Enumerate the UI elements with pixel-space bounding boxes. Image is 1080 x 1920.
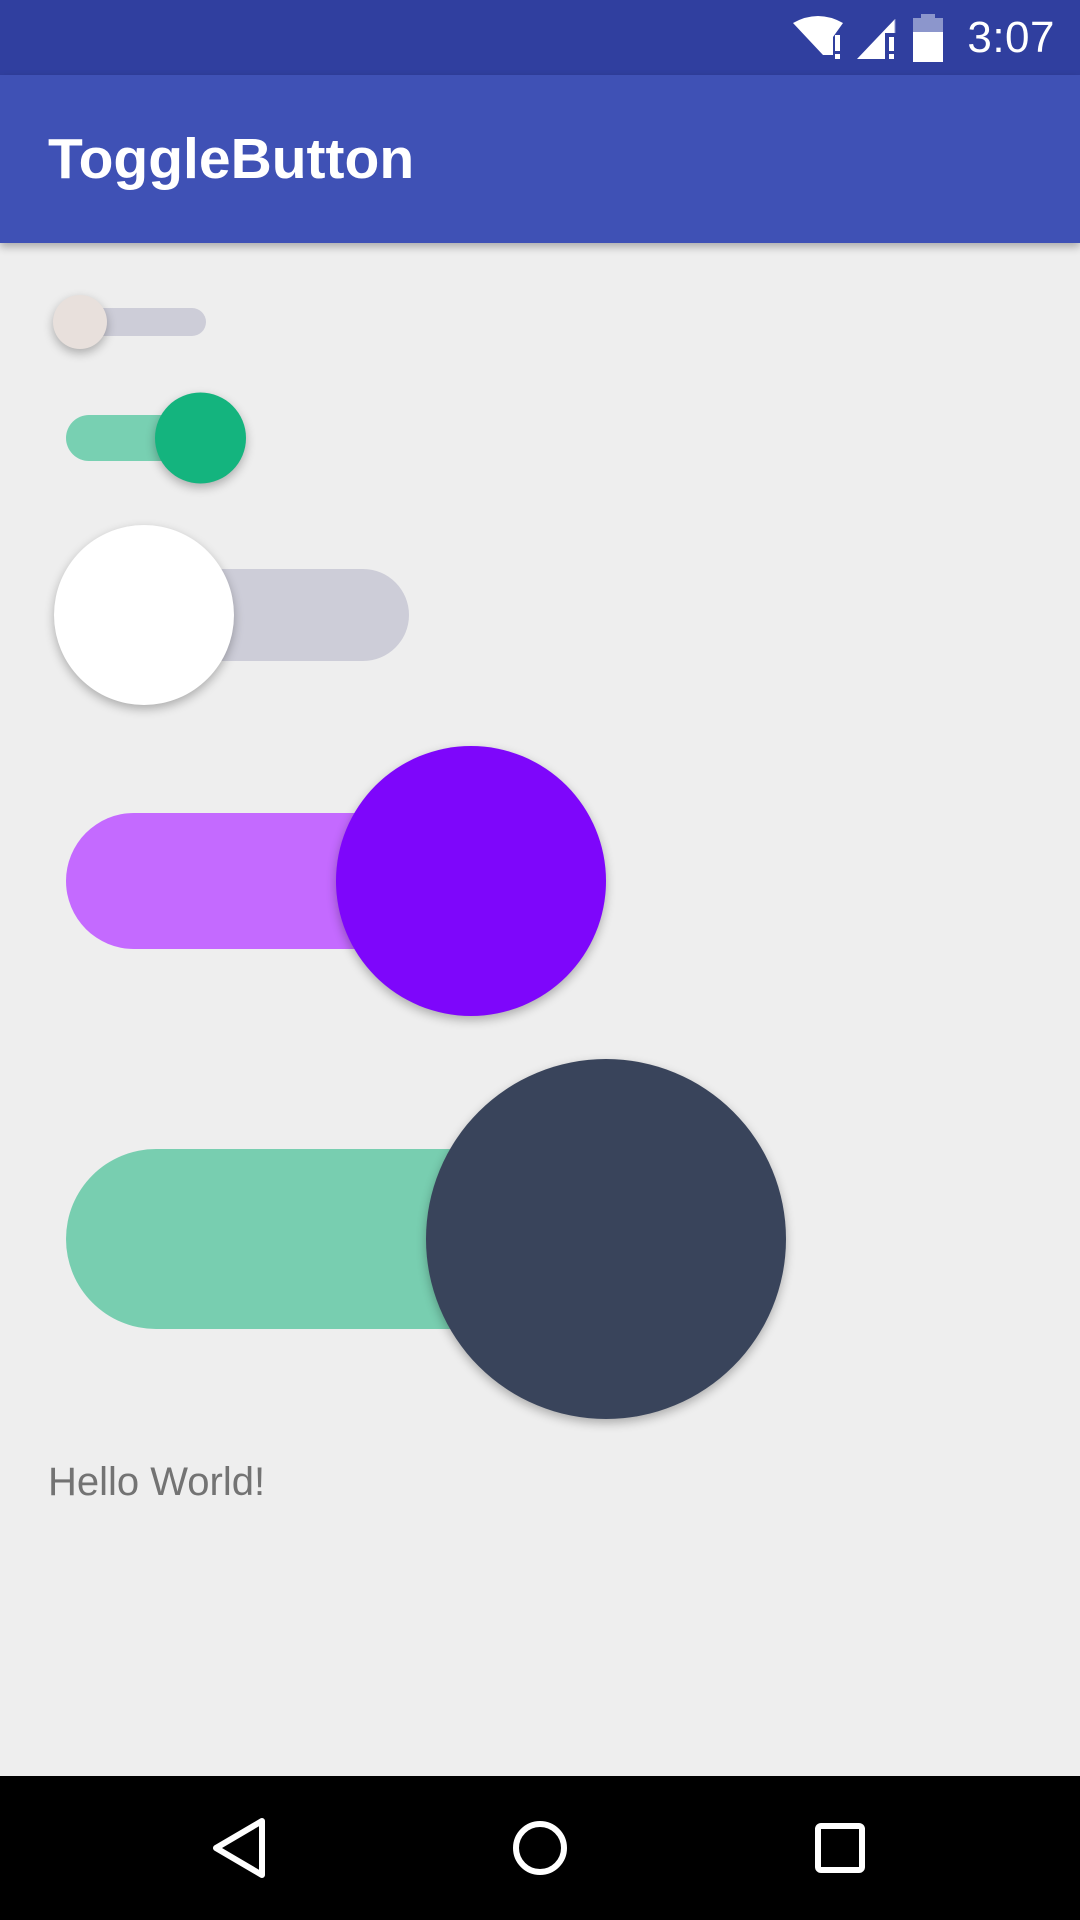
status-bar: 3:07 [0, 0, 1080, 75]
recents-icon [815, 1823, 865, 1873]
toggle-1-thumb [53, 295, 107, 349]
hello-text: Hello World! [48, 1460, 266, 1504]
toggle-3-thumb [54, 525, 234, 705]
toggle-3[interactable] [53, 524, 409, 706]
status-icons: 3:07 [791, 0, 1055, 75]
status-time: 3:07 [967, 12, 1055, 62]
toggle-1[interactable] [50, 292, 206, 352]
toggle-2[interactable] [64, 392, 246, 484]
app-title: ToggleButton [48, 127, 415, 191]
toggle-4[interactable] [64, 745, 606, 1017]
nav-bar [0, 1776, 1080, 1920]
home-icon [513, 1821, 567, 1875]
toggle-5-thumb [426, 1059, 786, 1419]
home-button[interactable] [460, 1776, 620, 1920]
back-icon [213, 1818, 265, 1878]
signal-alert-icon [857, 18, 896, 59]
toggle-2-thumb [155, 392, 246, 484]
app-bar: ToggleButton [0, 75, 1080, 243]
back-button[interactable] [160, 1776, 320, 1920]
battery-icon [913, 13, 944, 62]
screen: 3:07 ToggleButton Hello World! [0, 0, 1080, 1920]
recents-button[interactable] [760, 1776, 920, 1920]
toggle-4-thumb [336, 746, 606, 1016]
toggle-5[interactable] [64, 1058, 786, 1420]
wifi-alert-icon [793, 15, 844, 59]
